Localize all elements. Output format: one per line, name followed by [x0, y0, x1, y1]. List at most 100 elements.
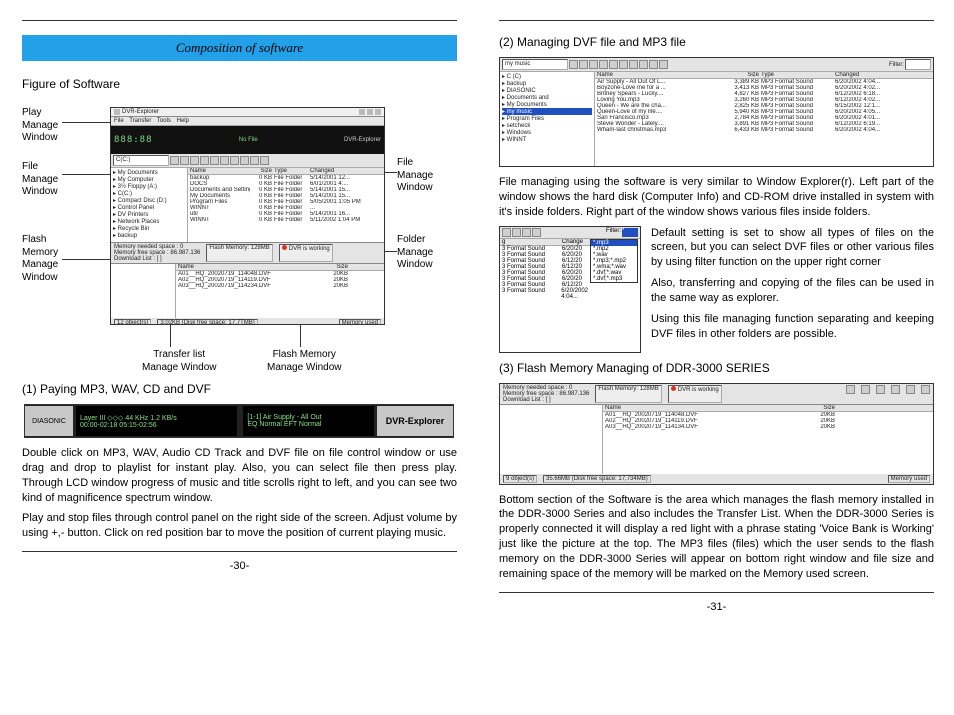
folder-tree[interactable]: ▸ My Documents ▸ My Computer ▸ 3½ Floppy… [111, 168, 188, 242]
filter-label: Filter: [889, 62, 904, 68]
f4-icon5[interactable] [906, 385, 915, 394]
f3-view2-icon[interactable] [522, 228, 531, 237]
f3-view1-icon[interactable] [512, 228, 521, 237]
file-manager-figure: my music Filter: ▸ C (C) ▸ backup ▸ DIAS… [499, 57, 934, 167]
f4-flash-list[interactable]: NameSize A01__HQ_20020719_114048.DVF20KB… [603, 405, 933, 474]
fig2-tree[interactable]: ▸ C (C) ▸ backup ▸ DIASONIC ▸ Documents … [500, 72, 595, 166]
page-number: -31- [499, 601, 934, 613]
tb-view2-icon[interactable] [240, 156, 249, 165]
tb-view4-icon[interactable] [260, 156, 269, 165]
fig2-view3-icon[interactable] [649, 60, 658, 69]
tb-view-icon[interactable] [230, 156, 239, 165]
fig2-view4-icon[interactable] [659, 60, 668, 69]
menu-help[interactable]: Help [177, 118, 189, 124]
f4-icon6[interactable] [921, 385, 930, 394]
page-number: -30- [22, 560, 457, 572]
fig2-filelist[interactable]: Name Size Type Changed Air Supply - All … [595, 72, 933, 166]
player-brand-left: DIASONIC [25, 406, 73, 436]
fig2-paste-icon[interactable] [609, 60, 618, 69]
address-field[interactable]: C(C:) [113, 155, 169, 166]
working-indicator-icon [282, 245, 287, 250]
tb-up-icon[interactable] [180, 156, 189, 165]
close-icon[interactable] [375, 109, 381, 115]
memory-status: Memory needed space : 0 Memory free spac… [111, 243, 384, 264]
fig2-delete-icon[interactable] [619, 60, 628, 69]
filter-dropdown[interactable]: *.mp3 *.mp2 *.wav *.mp3;*.mp2 *.wma;*.wa… [590, 239, 638, 283]
menu-tools[interactable]: Tools [157, 118, 171, 124]
titlebar: DVR-Explorer [111, 108, 384, 117]
tb-cut-icon[interactable] [190, 156, 199, 165]
rule-bottom [499, 592, 934, 593]
filter-field[interactable] [905, 59, 931, 70]
flash-manager-figure: Memory needed space : 0 Memory free spac… [499, 383, 934, 485]
f4-icon2[interactable] [861, 385, 870, 394]
player-lcd2: Layer III ◇◇◇ 44 KHz 1.2 KB/s 00:00-02:1… [76, 406, 237, 436]
f4-statusbar: 9 object(s) 35.66MB (Disk free space: 17… [500, 474, 933, 484]
player-figure: DIASONIC Layer III ◇◇◇ 44 KHz 1.2 KB/s 0… [24, 404, 454, 438]
col-name: Name [190, 168, 250, 174]
fig2-up-icon[interactable] [579, 60, 588, 69]
fig2-cut-icon[interactable] [589, 60, 598, 69]
flash-file-list[interactable]: NameSize A01__HQ_20020719_114048.DVF20KB… [176, 264, 384, 318]
rule-top [22, 20, 457, 21]
col-changed: Changed [310, 168, 376, 174]
filter-select[interactable]: * [622, 228, 638, 237]
rule-bottom [22, 551, 457, 552]
f3-view3-icon[interactable] [532, 228, 541, 237]
lcd-digits: 888:88 [114, 135, 153, 145]
tb-paste-icon[interactable] [210, 156, 219, 165]
dvr-explorer-window: DVR-Explorer File Transfer Tools Help 88… [110, 107, 385, 325]
file-browser: ▸ My Documents ▸ My Computer ▸ 3½ Floppy… [111, 168, 384, 243]
file-list[interactable]: Name Size Type Changed backup0 KBFile Fo… [188, 168, 384, 242]
f4-icon4[interactable] [891, 385, 900, 394]
fig2-copy-icon[interactable] [599, 60, 608, 69]
heading-bar: Composition of software [22, 35, 457, 61]
maximize-icon[interactable] [367, 109, 373, 115]
transfer-list[interactable] [111, 264, 176, 318]
software-figure: Play Manage Window File Manage Window Fl… [22, 99, 457, 374]
body-para-2: Play and stop files through control pane… [22, 511, 457, 541]
menubar: File Transfer Tools Help [111, 117, 384, 126]
lcd-brand: DVR-Explorer [344, 137, 381, 143]
toolbar: C(C:) [111, 154, 384, 168]
body-para-1: Double click on MP3, WAV, Audio CD Track… [22, 446, 457, 505]
lcd-text: No File [239, 137, 258, 143]
f4-status-top: Memory needed space : 0 Memory free spac… [500, 384, 933, 405]
col-size: Size [250, 168, 274, 174]
window-title: DVR-Explorer [122, 109, 357, 115]
transfer-area: NameSize A01__HQ_20020719_114048.DVF20KB… [111, 264, 384, 318]
filter-figure: Filter: * *.mp3 *.mp2 *.wav *.mp3;*.mp2 … [499, 226, 641, 353]
section-2-title: (2) Managing DVF file and MP3 file [499, 35, 934, 49]
label-file-manage-left: File Manage Window [22, 161, 58, 199]
f4-icon1[interactable] [846, 385, 855, 394]
label-play-manage: Play Manage Window [22, 107, 58, 145]
menu-file[interactable]: File [114, 118, 124, 124]
f4-transfer-list[interactable] [500, 405, 603, 474]
f3-back-icon[interactable] [502, 228, 511, 237]
label-file-manage-right: File Manage Window [397, 157, 433, 195]
rule-top [499, 20, 934, 21]
minimize-icon[interactable] [359, 109, 365, 115]
app-icon [114, 109, 120, 115]
section-1-title: (1) Paying MP3, WAV, CD and DVF [22, 382, 457, 396]
label-transfer-window: Transfer list Manage Window [142, 349, 216, 374]
tb-view3-icon[interactable] [250, 156, 259, 165]
col-type: Type [274, 168, 310, 174]
page-30: Composition of software Figure of Softwa… [0, 0, 477, 582]
figure-subhead: Figure of Software [22, 77, 457, 91]
tb-delete-icon[interactable] [220, 156, 229, 165]
tb-copy-icon[interactable] [200, 156, 209, 165]
fig2-back-icon[interactable] [569, 60, 578, 69]
statusbar: 12 object(s) 3.02KB (Disk free space: 17… [111, 318, 384, 325]
working-indicator-icon [671, 386, 676, 391]
fig2-toolbar: my music Filter: [500, 58, 933, 72]
para-2a: File managing using the software is very… [499, 175, 934, 220]
filter-text: Default setting is set to show all types… [651, 226, 934, 353]
f4-icon3[interactable] [876, 385, 885, 394]
section-3-title: (3) Flash Memory Managing of DDR-3000 SE… [499, 361, 934, 375]
tb-back-icon[interactable] [170, 156, 179, 165]
menu-transfer[interactable]: Transfer [129, 118, 151, 124]
fig2-address[interactable]: my music [502, 59, 568, 70]
fig2-view1-icon[interactable] [629, 60, 638, 69]
fig2-view2-icon[interactable] [639, 60, 648, 69]
